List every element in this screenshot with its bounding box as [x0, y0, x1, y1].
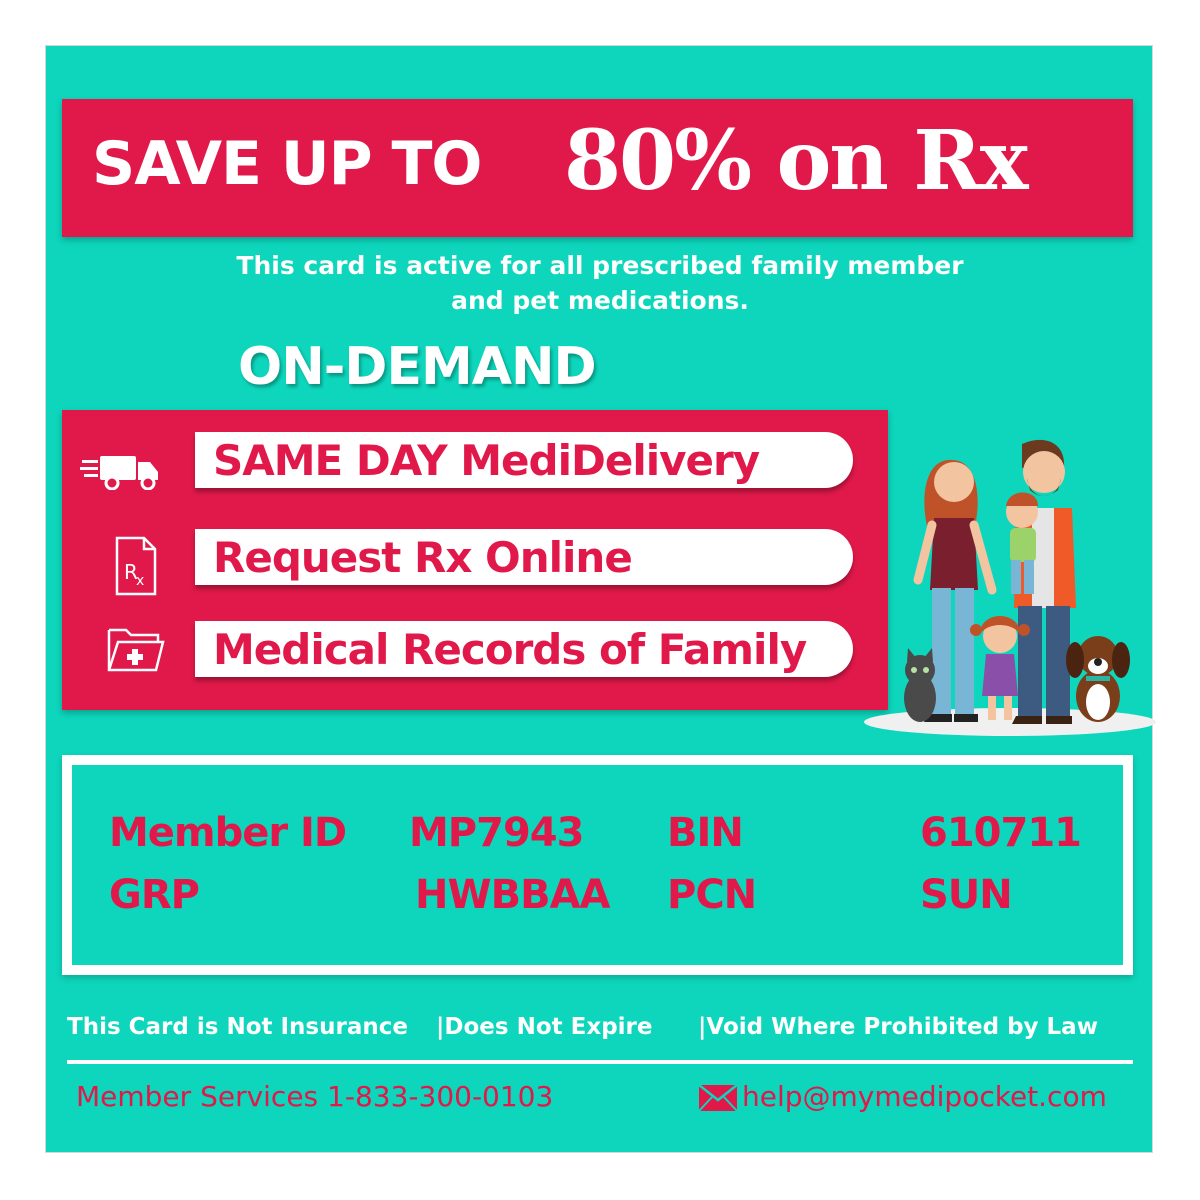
card-description: This card is active for all prescribed f…	[150, 248, 1050, 318]
support-email[interactable]: help@mymedipocket.com	[742, 1080, 1107, 1113]
savings-banner: SAVE UP TO 80% on Rx	[62, 99, 1133, 237]
rx-document-icon: R x	[115, 536, 157, 596]
bin-value: 610711	[920, 810, 1082, 856]
card-description-line-2: and pet medications.	[451, 286, 749, 315]
bin-label: BIN	[667, 810, 744, 856]
medical-folder-icon	[107, 628, 165, 672]
disclaimer-void-where-prohibited: |Void Where Prohibited by Law	[698, 1014, 1098, 1040]
family-with-pets-illustration	[864, 439, 1156, 736]
feature-same-day-delivery: SAME DAY MediDelivery	[195, 432, 853, 488]
features-panel: R x SAME DAY MediDelivery Request Rx Onl…	[62, 410, 888, 710]
feature-medical-records: Medical Records of Family	[195, 621, 853, 677]
delivery-truck-icon	[80, 456, 158, 490]
feature-label: SAME DAY MediDelivery	[213, 436, 760, 485]
feature-label: Request Rx Online	[213, 533, 633, 582]
feature-label: Medical Records of Family	[213, 625, 807, 674]
pcn-label: PCN	[667, 872, 757, 918]
pcn-value: SUN	[920, 872, 1013, 918]
disclaimer-not-insurance: This Card is Not Insurance	[67, 1014, 408, 1040]
footer-divider	[67, 1060, 1133, 1064]
svg-text:x: x	[136, 573, 144, 589]
grp-value: HWBBAA	[415, 872, 610, 918]
disclaimer-does-not-expire: |Does Not Expire	[436, 1014, 653, 1040]
member-info-box: Member ID MP7943 BIN 610711 GRP HWBBAA P…	[62, 755, 1133, 975]
member-id-value: MP7943	[409, 810, 584, 856]
banner-headline-emphasis: 80% on Rx	[564, 113, 1028, 209]
card-description-line-1: This card is active for all prescribed f…	[236, 251, 964, 280]
member-id-label: Member ID	[109, 810, 347, 856]
grp-label: GRP	[109, 872, 200, 918]
on-demand-heading: ON-DEMAND	[238, 337, 597, 397]
feature-request-rx: Request Rx Online	[195, 529, 853, 585]
member-services-phone: Member Services 1-833-300-0103	[76, 1080, 554, 1113]
banner-headline-prefix: SAVE UP TO	[92, 129, 482, 199]
envelope-icon	[698, 1084, 738, 1112]
